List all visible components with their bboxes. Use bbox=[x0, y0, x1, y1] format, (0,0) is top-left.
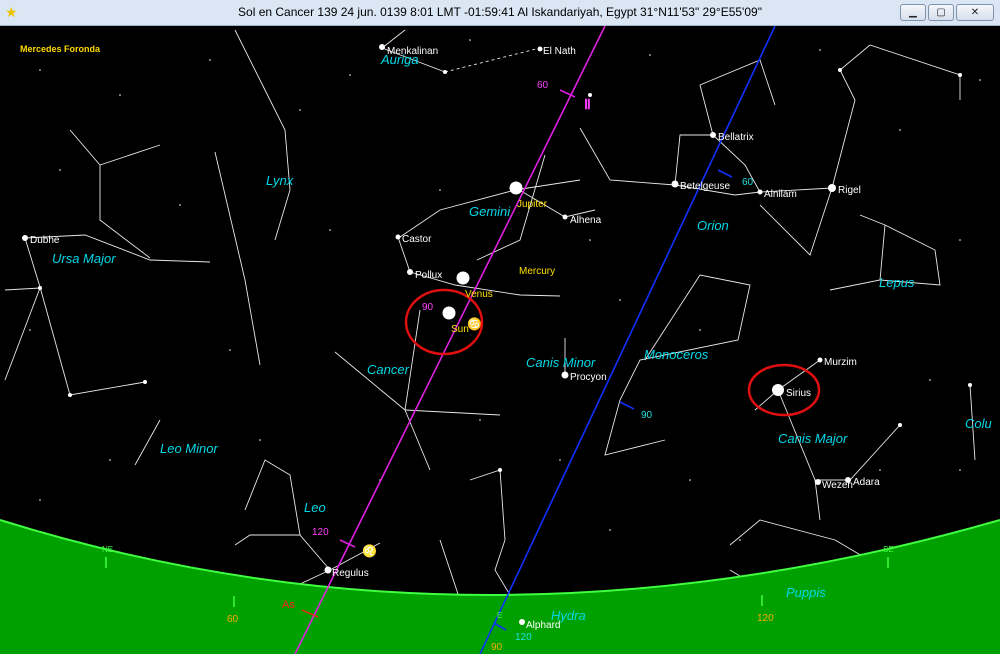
horizon-se: SE bbox=[883, 545, 894, 554]
sign-gemini: Ⅱ bbox=[584, 96, 591, 112]
close-button[interactable]: ✕ bbox=[956, 4, 994, 21]
minimize-button[interactable]: ▁ bbox=[900, 4, 926, 21]
star-rigel[interactable]: Rigel bbox=[838, 185, 861, 196]
constellation-ursa-major: Ursa Major bbox=[52, 251, 116, 266]
sky-chart[interactable]: 60 90 120 Ⅱ ♋ ♌ 60 90 120 NE SE E As 60 … bbox=[0, 26, 1000, 654]
ecliptic-line bbox=[294, 26, 606, 654]
star-el-nath[interactable]: El Nath bbox=[543, 46, 576, 57]
star-alnilam[interactable]: Alnilam bbox=[764, 189, 797, 200]
star-pollux[interactable]: Pollux bbox=[415, 270, 442, 281]
constellation-orion: Orion bbox=[697, 218, 729, 233]
ascendant-label: As bbox=[282, 599, 295, 611]
horizon-tick-60: 60 bbox=[227, 614, 239, 625]
planet-jupiter[interactable]: Jupiter bbox=[517, 199, 548, 210]
constellation-gemini: Gemini bbox=[469, 204, 511, 219]
planet-mercury[interactable]: Mercury bbox=[519, 266, 555, 277]
star-castor[interactable]: Castor bbox=[402, 234, 432, 245]
planet-labels: Jupiter Mercury Venus Sun bbox=[451, 199, 555, 335]
constellation-columba: Colu bbox=[965, 416, 992, 431]
star-betelgeuse[interactable]: Betelgeuse bbox=[680, 181, 730, 192]
star-alhena[interactable]: Alhena bbox=[570, 215, 602, 226]
constellation-monoceros: Monoceros bbox=[644, 347, 709, 362]
constellation-lynx: Lynx bbox=[266, 173, 294, 188]
ecliptic-tick-60: 60 bbox=[537, 80, 549, 91]
sign-leo: ♌ bbox=[362, 544, 377, 558]
star-procyon[interactable]: Procyon bbox=[570, 372, 607, 383]
constellation-labels: Auriga Lynx Ursa Major Gemini Orion Lepu… bbox=[52, 52, 992, 623]
constellation-hydra: Hydra bbox=[551, 608, 586, 623]
equator-tick-120: 120 bbox=[515, 632, 532, 643]
equator-line bbox=[479, 26, 776, 654]
constellation-puppis: Puppis bbox=[786, 585, 826, 600]
constellation-leo: Leo bbox=[304, 500, 326, 515]
window-title: Sol en Cancer 139 24 jun. 0139 8:01 LMT … bbox=[238, 5, 762, 19]
constellation-leo-minor: Leo Minor bbox=[160, 441, 218, 456]
constellation-auriga: Auriga bbox=[380, 52, 419, 67]
star-adara[interactable]: Adara bbox=[853, 477, 880, 488]
horizon-tick-90: 90 bbox=[491, 642, 503, 653]
ecliptic-tick-90: 90 bbox=[422, 302, 434, 313]
minimize-icon: ▁ bbox=[909, 7, 917, 18]
constellation-lepus: Lepus bbox=[879, 275, 915, 290]
maximize-button[interactable]: ▢ bbox=[928, 4, 954, 21]
equator-tick-60: 60 bbox=[742, 177, 754, 188]
horizon-tick-120: 120 bbox=[757, 613, 774, 624]
sign-cancer: ♋ bbox=[467, 317, 482, 331]
horizon-ne: NE bbox=[102, 545, 113, 554]
equator-tick-marks bbox=[493, 169, 733, 631]
horizon-area bbox=[0, 520, 1000, 654]
star-labels: Menkalinan El Nath Bellatrix Betelgeuse … bbox=[30, 46, 880, 631]
star-murzim[interactable]: Murzim bbox=[824, 357, 857, 368]
star-bellatrix[interactable]: Bellatrix bbox=[718, 132, 754, 143]
chart-owner-name: Mercedes Foronda bbox=[20, 44, 101, 54]
maximize-icon: ▢ bbox=[936, 7, 946, 18]
close-icon: ✕ bbox=[970, 7, 980, 18]
planet-sun[interactable]: Sun bbox=[451, 324, 469, 335]
title-bar[interactable]: ★ Sol en Cancer 139 24 jun. 0139 8:01 LM… bbox=[0, 0, 1000, 26]
star-dubhe[interactable]: Dubhe bbox=[30, 235, 60, 246]
equator-tick-90: 90 bbox=[641, 410, 653, 421]
star-wezen[interactable]: Wezen bbox=[822, 480, 853, 491]
horizon-east: E bbox=[497, 611, 502, 620]
constellation-canis-minor: Canis Minor bbox=[526, 355, 596, 370]
constellation-cancer: Cancer bbox=[367, 362, 410, 377]
named-star-dots bbox=[22, 44, 972, 625]
background-stars bbox=[29, 39, 981, 541]
constellation-canis-major: Canis Major bbox=[778, 431, 848, 446]
star-sirius[interactable]: Sirius bbox=[786, 388, 811, 399]
constellation-lines bbox=[4, 29, 976, 641]
planet-venus[interactable]: Venus bbox=[465, 289, 493, 300]
ecliptic-tick-120: 120 bbox=[312, 527, 329, 538]
star-regulus[interactable]: Regulus bbox=[332, 568, 369, 579]
